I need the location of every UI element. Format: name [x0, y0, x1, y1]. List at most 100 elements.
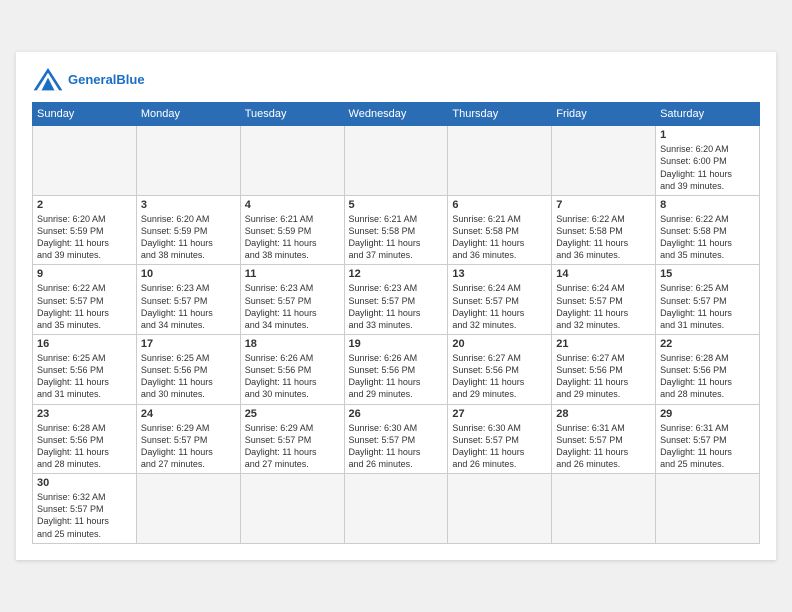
day-info: Sunrise: 6:30 AM Sunset: 5:57 PM Dayligh…	[452, 422, 547, 471]
day-number: 10	[141, 268, 236, 280]
logo: GeneralBlue	[32, 66, 145, 94]
day-info: Sunrise: 6:21 AM Sunset: 5:58 PM Dayligh…	[452, 213, 547, 262]
calendar-cell: 28 Sunrise: 6:31 AM Sunset: 5:57 PM Dayli…	[552, 404, 656, 474]
calendar-cell: 1 Sunrise: 6:20 AM Sunset: 6:00 PM Daylig…	[656, 126, 760, 196]
calendar-cell: 10 Sunrise: 6:23 AM Sunset: 5:57 PM Dayli…	[136, 265, 240, 335]
calendar-cell: 15Sunrise: 6:25 AM Sunset: 5:57 PM Dayli…	[656, 265, 760, 335]
calendar-cell	[136, 474, 240, 544]
day-number: 21	[556, 338, 651, 350]
calendar-cell: 4 Sunrise: 6:21 AM Sunset: 5:59 PM Daylig…	[240, 195, 344, 265]
logo-general: General	[68, 72, 116, 87]
day-number: 17	[141, 338, 236, 350]
weekday-header-monday: Monday	[136, 103, 240, 126]
calendar-cell: 21 Sunrise: 6:27 AM Sunset: 5:56 PM Dayli…	[552, 335, 656, 405]
calendar-cell	[344, 474, 448, 544]
calendar-cell	[136, 126, 240, 196]
day-number: 29	[660, 408, 755, 420]
day-info: Sunrise: 6:28 AM Sunset: 5:56 PM Dayligh…	[37, 422, 132, 471]
day-info: Sunrise: 6:24 AM Sunset: 5:57 PM Dayligh…	[452, 282, 547, 331]
day-info: Sunrise: 6:20 AM Sunset: 5:59 PM Dayligh…	[141, 213, 236, 262]
weekday-header-saturday: Saturday	[656, 103, 760, 126]
day-info: Sunrise: 6:23 AM Sunset: 5:57 PM Dayligh…	[141, 282, 236, 331]
calendar-cell	[344, 126, 448, 196]
calendar-cell	[552, 126, 656, 196]
day-number: 26	[349, 408, 444, 420]
day-number: 30	[37, 477, 132, 489]
logo-blue: Blue	[116, 72, 144, 87]
day-number: 24	[141, 408, 236, 420]
day-info: Sunrise: 6:27 AM Sunset: 5:56 PM Dayligh…	[452, 352, 547, 401]
day-number: 1	[660, 129, 755, 141]
day-info: Sunrise: 6:32 AM Sunset: 5:57 PM Dayligh…	[37, 491, 132, 540]
day-info: Sunrise: 6:21 AM Sunset: 5:58 PM Dayligh…	[349, 213, 444, 262]
calendar-cell: 16 Sunrise: 6:25 AM Sunset: 5:56 PM Dayli…	[33, 335, 137, 405]
day-number: 22	[660, 338, 755, 350]
weekday-header-tuesday: Tuesday	[240, 103, 344, 126]
day-number: 27	[452, 408, 547, 420]
day-number: 14	[556, 268, 651, 280]
calendar-cell: 12Sunrise: 6:23 AM Sunset: 5:57 PM Dayli…	[344, 265, 448, 335]
day-number: 6	[452, 199, 547, 211]
day-info: Sunrise: 6:25 AM Sunset: 5:56 PM Dayligh…	[141, 352, 236, 401]
day-info: Sunrise: 6:23 AM Sunset: 5:57 PM Dayligh…	[245, 282, 340, 331]
day-info: Sunrise: 6:22 AM Sunset: 5:57 PM Dayligh…	[37, 282, 132, 331]
day-number: 18	[245, 338, 340, 350]
calendar-cell: 29 Sunrise: 6:31 AM Sunset: 5:57 PM Dayli…	[656, 404, 760, 474]
calendar-cell: 3 Sunrise: 6:20 AM Sunset: 5:59 PM Daylig…	[136, 195, 240, 265]
calendar-cell: 30 Sunrise: 6:32 AM Sunset: 5:57 PM Dayli…	[33, 474, 137, 544]
day-info: Sunrise: 6:30 AM Sunset: 5:57 PM Dayligh…	[349, 422, 444, 471]
week-row-3: 9 Sunrise: 6:22 AM Sunset: 5:57 PM Daylig…	[33, 265, 760, 335]
calendar-cell	[552, 474, 656, 544]
day-info: Sunrise: 6:20 AM Sunset: 5:59 PM Dayligh…	[37, 213, 132, 262]
calendar-cell: 11 Sunrise: 6:23 AM Sunset: 5:57 PM Dayli…	[240, 265, 344, 335]
calendar-cell: 8 Sunrise: 6:22 AM Sunset: 5:58 PM Daylig…	[656, 195, 760, 265]
calendar-grid: SundayMondayTuesdayWednesdayThursdayFrid…	[32, 102, 760, 543]
calendar-cell: 18Sunrise: 6:26 AM Sunset: 5:56 PM Dayli…	[240, 335, 344, 405]
day-number: 13	[452, 268, 547, 280]
calendar-cell: 20 Sunrise: 6:27 AM Sunset: 5:56 PM Dayli…	[448, 335, 552, 405]
day-info: Sunrise: 6:31 AM Sunset: 5:57 PM Dayligh…	[660, 422, 755, 471]
weekday-header-friday: Friday	[552, 103, 656, 126]
day-info: Sunrise: 6:22 AM Sunset: 5:58 PM Dayligh…	[660, 213, 755, 262]
day-number: 11	[245, 268, 340, 280]
day-info: Sunrise: 6:25 AM Sunset: 5:56 PM Dayligh…	[37, 352, 132, 401]
calendar-cell: 22Sunrise: 6:28 AM Sunset: 5:56 PM Dayli…	[656, 335, 760, 405]
day-number: 16	[37, 338, 132, 350]
day-info: Sunrise: 6:24 AM Sunset: 5:57 PM Dayligh…	[556, 282, 651, 331]
day-info: Sunrise: 6:29 AM Sunset: 5:57 PM Dayligh…	[245, 422, 340, 471]
day-number: 5	[349, 199, 444, 211]
day-number: 4	[245, 199, 340, 211]
day-info: Sunrise: 6:31 AM Sunset: 5:57 PM Dayligh…	[556, 422, 651, 471]
weekday-header-thursday: Thursday	[448, 103, 552, 126]
day-number: 20	[452, 338, 547, 350]
calendar-cell	[240, 126, 344, 196]
day-info: Sunrise: 6:27 AM Sunset: 5:56 PM Dayligh…	[556, 352, 651, 401]
day-info: Sunrise: 6:20 AM Sunset: 6:00 PM Dayligh…	[660, 143, 755, 192]
weekday-header-wednesday: Wednesday	[344, 103, 448, 126]
calendar-cell: 14 Sunrise: 6:24 AM Sunset: 5:57 PM Dayli…	[552, 265, 656, 335]
day-number: 9	[37, 268, 132, 280]
day-number: 19	[349, 338, 444, 350]
day-info: Sunrise: 6:21 AM Sunset: 5:59 PM Dayligh…	[245, 213, 340, 262]
day-number: 3	[141, 199, 236, 211]
week-row-5: 23 Sunrise: 6:28 AM Sunset: 5:56 PM Dayli…	[33, 404, 760, 474]
calendar-cell	[448, 474, 552, 544]
day-number: 8	[660, 199, 755, 211]
day-number: 28	[556, 408, 651, 420]
day-info: Sunrise: 6:29 AM Sunset: 5:57 PM Dayligh…	[141, 422, 236, 471]
day-number: 15	[660, 268, 755, 280]
calendar-cell: 23 Sunrise: 6:28 AM Sunset: 5:56 PM Dayli…	[33, 404, 137, 474]
calendar-cell: 7Sunrise: 6:22 AM Sunset: 5:58 PM Daylig…	[552, 195, 656, 265]
day-number: 12	[349, 268, 444, 280]
logo-text: GeneralBlue	[68, 73, 145, 87]
week-row-2: 2Sunrise: 6:20 AM Sunset: 5:59 PM Daylig…	[33, 195, 760, 265]
calendar-cell	[33, 126, 137, 196]
calendar-container: GeneralBlue SundayMondayTuesdayWednesday…	[16, 52, 776, 559]
day-number: 23	[37, 408, 132, 420]
day-info: Sunrise: 6:22 AM Sunset: 5:58 PM Dayligh…	[556, 213, 651, 262]
calendar-cell: 25Sunrise: 6:29 AM Sunset: 5:57 PM Dayli…	[240, 404, 344, 474]
calendar-cell	[240, 474, 344, 544]
header: GeneralBlue	[32, 62, 760, 94]
calendar-cell: 19Sunrise: 6:26 AM Sunset: 5:56 PM Dayli…	[344, 335, 448, 405]
calendar-cell	[656, 474, 760, 544]
